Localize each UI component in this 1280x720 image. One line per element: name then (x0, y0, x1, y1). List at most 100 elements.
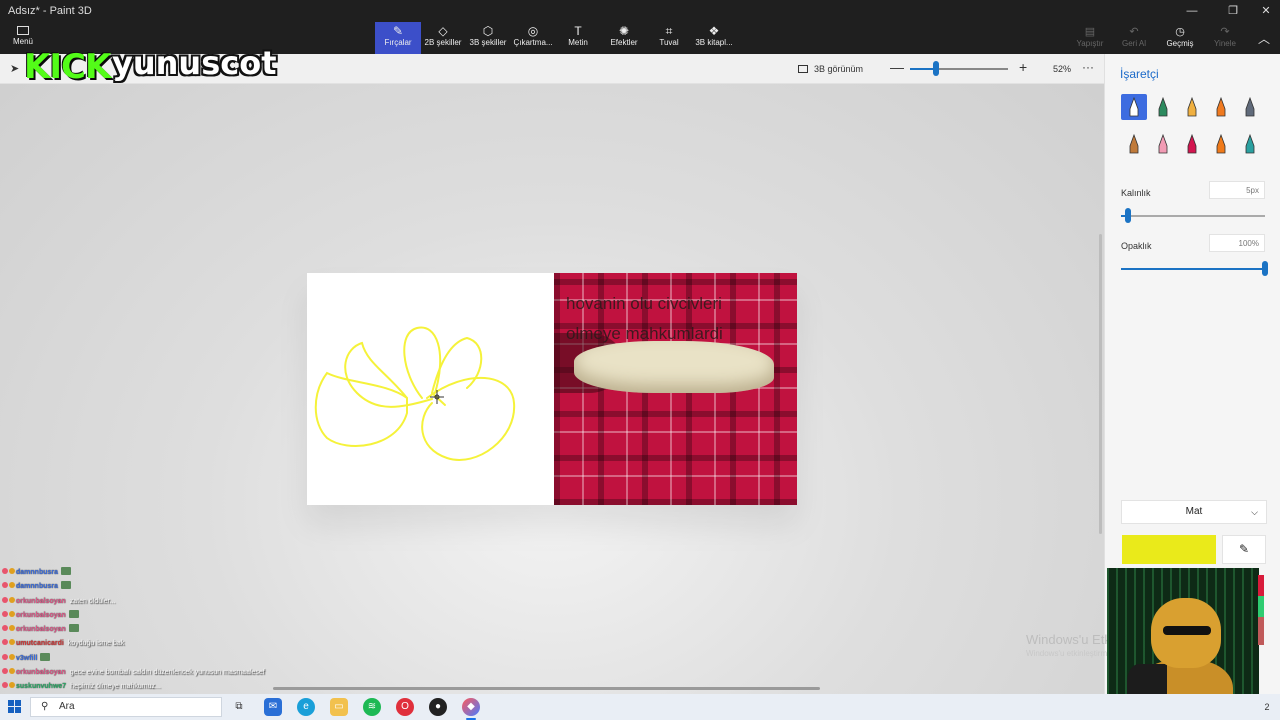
select-arrow-icon[interactable]: ➤ (10, 62, 19, 75)
more-options-button[interactable]: ··· (1082, 60, 1094, 74)
opacity-slider-thumb[interactable] (1262, 261, 1268, 276)
drawing-canvas[interactable]: hovanin olu civcivleri olmeye mahkumlard… (307, 273, 797, 505)
thickness-slider-thumb[interactable] (1125, 208, 1132, 223)
badge-icon (9, 625, 15, 632)
chat-message: damnnbusra (2, 580, 302, 594)
view-3d-label: 3B görünüm (814, 64, 864, 74)
badge-icon (2, 568, 8, 574)
chat-message: orkunbalsoyan (2, 609, 302, 623)
chat-username[interactable]: orkunbalsoyan (16, 626, 66, 633)
chat-text: koyduğu isme bak (67, 640, 125, 648)
chat-text: gece evine bombalı saldırı düzenlencek y… (69, 669, 265, 677)
redo-label: Yinele (1214, 39, 1236, 48)
tool-brushes[interactable]: ✎ Fırçalar (375, 22, 421, 54)
chat-username[interactable]: umutcanicardi (16, 640, 64, 647)
chat-username[interactable]: orkunbalsoyan (16, 612, 66, 619)
3d-library-icon: ❖ (708, 24, 720, 38)
eyedropper-button[interactable]: ✎ (1222, 535, 1266, 564)
tool-effects[interactable]: ✺ Efektler (601, 22, 647, 54)
redo-icon: ↷ (1220, 26, 1230, 38)
calligraphy-pen-icon[interactable] (1150, 94, 1176, 120)
task-view-icon[interactable]: ⧉ (230, 698, 248, 716)
paint3d-icon[interactable]: ◆ (462, 698, 480, 720)
chat-username[interactable]: suskunvuhwe7 (16, 683, 66, 690)
collapse-ribbon-icon[interactable]: ︿ (1258, 30, 1270, 47)
pencil-icon[interactable] (1121, 131, 1147, 157)
eyedropper-icon: ✎ (1238, 542, 1250, 556)
zoom-out-button[interactable]: — (890, 59, 904, 75)
tool-canvas[interactable]: ⌗ Tuval (646, 22, 692, 54)
tool-3d-shapes[interactable]: ⬡ 3B şekiller (465, 22, 511, 54)
zoom-in-button[interactable]: + (1019, 59, 1027, 75)
chat-username[interactable]: v3wfill (16, 655, 37, 662)
crosshair-cursor-icon (430, 390, 444, 404)
chat-message: damnnbusra (2, 566, 302, 580)
start-button[interactable] (8, 700, 22, 714)
tool-label: Metin (568, 38, 588, 47)
thickness-slider[interactable] (1121, 215, 1265, 217)
tool-label: Tuval (659, 38, 679, 47)
mail-icon[interactable]: ✉ (264, 698, 282, 716)
tool-label: 3B şekiller (469, 38, 507, 47)
tool-label: Çıkartma... (513, 38, 553, 47)
close-button[interactable]: ✕ (1246, 0, 1280, 22)
zoom-slider-thumb[interactable] (933, 61, 940, 76)
emote-icon (40, 652, 51, 661)
zoom-slider[interactable] (910, 68, 1008, 70)
notification-badge[interactable]: 2 (1258, 698, 1276, 716)
taskbar-search[interactable]: ⚲ Ara (30, 697, 222, 717)
fill-icon[interactable] (1237, 131, 1263, 157)
spotify-icon[interactable]: ≋ (363, 698, 381, 716)
tool-text[interactable]: T Metin (555, 22, 601, 54)
opacity-label: Opaklık (1121, 241, 1152, 251)
text-icon: T (574, 24, 582, 38)
3d-shapes-icon: ⬡ (482, 24, 494, 38)
badge-icon (9, 668, 15, 675)
vertical-scrollbar[interactable] (1099, 234, 1102, 534)
badge-icon (9, 639, 15, 646)
undo-label: Geri Al (1121, 39, 1146, 48)
chat-username[interactable]: orkunbalsoyan (16, 669, 66, 676)
tool-3d-library[interactable]: ❖ 3B kitapl... (691, 22, 737, 54)
emote-icon (61, 567, 72, 575)
oil-brush-icon[interactable] (1179, 94, 1205, 120)
spray-can-icon[interactable] (1208, 131, 1234, 157)
badge-icon (2, 668, 8, 675)
finish-dropdown[interactable]: Mat ⌵ (1121, 500, 1267, 524)
paste-button[interactable]: ▤ Yapıştır (1070, 22, 1110, 54)
chat-text: hepimiz ölmeye mahkumuz... (70, 683, 161, 691)
paste-label: Yapıştır (1076, 39, 1104, 48)
chat-username[interactable]: damnnbusra (16, 569, 58, 576)
view-3d-icon (798, 65, 808, 73)
opera-icon[interactable]: O (396, 698, 414, 716)
app-icon[interactable]: ● (429, 698, 447, 716)
crayon-icon[interactable] (1179, 131, 1205, 157)
history-button[interactable]: ◷ Geçmiş (1160, 22, 1200, 54)
opacity-slider-fill (1121, 268, 1265, 270)
emote-icon (61, 581, 72, 590)
pixel-pen-icon[interactable] (1237, 94, 1263, 120)
thickness-input[interactable]: 5px (1209, 181, 1265, 199)
undo-button[interactable]: ↶ Geri Al (1114, 22, 1154, 54)
tool-stickers[interactable]: ◎ Çıkartma... (510, 22, 556, 54)
watercolor-icon[interactable] (1208, 94, 1234, 120)
pasted-photo[interactable]: hovanin olu civcivleri olmeye mahkumlard… (554, 273, 797, 505)
chat-message: orkunbalsoyan (2, 623, 302, 637)
eraser-icon[interactable] (1150, 131, 1176, 157)
view-3d-toggle[interactable]: 3B görünüm (798, 64, 863, 74)
current-color-swatch[interactable] (1122, 535, 1216, 564)
chat-username[interactable]: orkunbalsoyan (16, 598, 66, 605)
badge-icon (9, 682, 15, 689)
marker-brush-icon[interactable] (1121, 94, 1147, 120)
tool-2d-shapes[interactable]: ◇ 2B şekiller (420, 22, 466, 54)
chat-username[interactable]: damnnbusra (16, 583, 58, 590)
redo-button[interactable]: ↷ Yinele (1205, 22, 1245, 54)
minimize-button[interactable]: — (1172, 0, 1212, 22)
file-explorer-icon[interactable]: ▭ (330, 698, 348, 716)
edge-icon[interactable]: e (297, 698, 315, 716)
badge-icon (2, 639, 8, 646)
opacity-slider[interactable] (1121, 268, 1265, 270)
opacity-input[interactable]: 100% (1209, 234, 1265, 252)
horizontal-scrollbar[interactable] (273, 687, 820, 690)
tool-label: Fırçalar (384, 38, 412, 47)
